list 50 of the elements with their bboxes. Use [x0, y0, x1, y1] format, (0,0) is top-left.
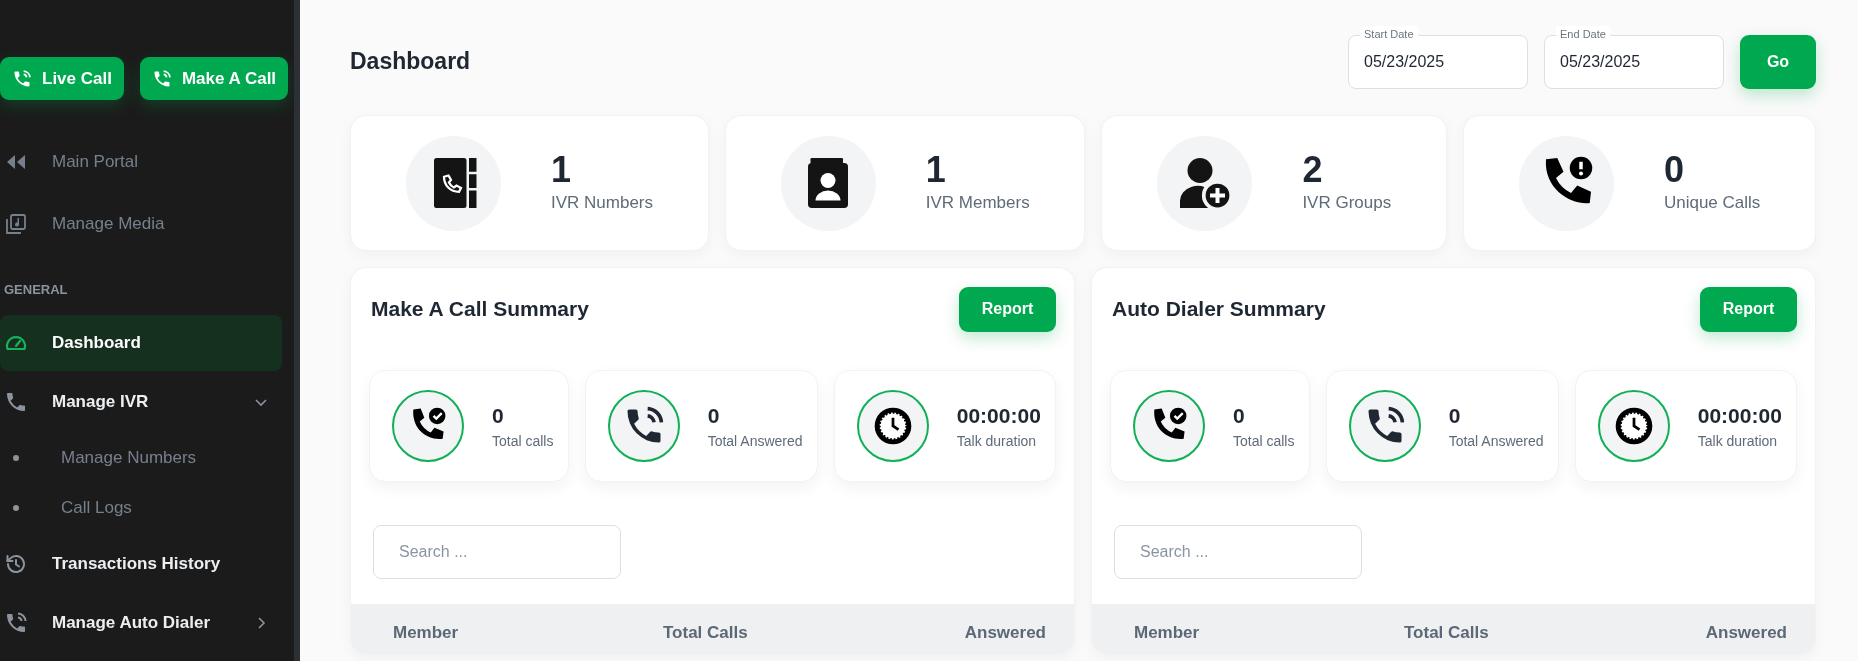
stat-value: 1 [925, 150, 947, 191]
music-folder-icon [4, 212, 28, 236]
bullet-icon [13, 454, 19, 461]
column-header: Total Calls [663, 622, 748, 645]
sidebar-link[interactable]: Manage IVR [0, 373, 282, 430]
metric-value: 0 [492, 402, 505, 429]
column-header: Answered [1705, 622, 1787, 645]
column-header: Member [393, 622, 460, 645]
sidebar-link[interactable]: Manage Numbers [0, 432, 282, 483]
stat-value: 2 [1302, 150, 1324, 191]
search-field[interactable]: Search ... [1114, 525, 1362, 579]
panel-title: Auto Dialer Summary [1112, 296, 1326, 322]
report-button[interactable]: Report [1700, 286, 1797, 332]
bullet-icon [13, 504, 19, 511]
metric-value: 00:00:00 [1697, 402, 1782, 429]
column-header: Total Calls [1404, 622, 1489, 645]
search-field[interactable]: Search ... [373, 525, 621, 579]
sidebar-link[interactable]: Transactions History [0, 535, 282, 592]
call-button[interactable]: Live Call [0, 57, 124, 100]
column-header: Answered [964, 622, 1046, 645]
stat-label: IVR Groups [1302, 192, 1392, 215]
sidebar-link[interactable]: Main Portal [0, 132, 282, 192]
metric-label: Total Answered [707, 432, 803, 452]
stat-label: Unique Calls [1663, 192, 1761, 215]
phone-ringing-icon [12, 68, 32, 89]
report-button[interactable]: Report [959, 286, 1056, 332]
sidebar-link[interactable]: Manage Auto Dialer [0, 594, 282, 651]
stat-label: IVR Members [925, 192, 1030, 215]
call-button[interactable]: Make A Call [139, 57, 289, 100]
sidebar-link[interactable]: Call Logs [0, 482, 282, 533]
metric-value: 00:00:00 [956, 402, 1041, 429]
metric-value: 0 [1448, 402, 1462, 429]
metric-label: Total calls [1233, 432, 1295, 452]
column-header: Member [1134, 622, 1201, 645]
stat-value: 1 [551, 150, 573, 191]
phone-ringing-icon [4, 610, 28, 635]
section-heading: GENERAL [3, 281, 69, 299]
metric-label: Talk duration [956, 432, 1038, 452]
sidebar-link[interactable]: Dashboard [0, 314, 282, 371]
metric-label: Talk duration [1697, 432, 1779, 452]
stat-label: IVR Numbers [551, 192, 654, 215]
stat-value: 0 [1663, 150, 1685, 191]
sidebar-link[interactable]: Manage Media [0, 194, 282, 254]
panel-title: Make A Call Summary [371, 296, 589, 322]
metric-label: Total calls [492, 432, 554, 452]
metric-value: 0 [1233, 402, 1246, 429]
go-button[interactable]: Go [1740, 34, 1816, 89]
metric-label: Total Answered [1448, 432, 1544, 452]
page-title: Dashboard [350, 47, 471, 76]
metric-value: 0 [707, 402, 721, 429]
